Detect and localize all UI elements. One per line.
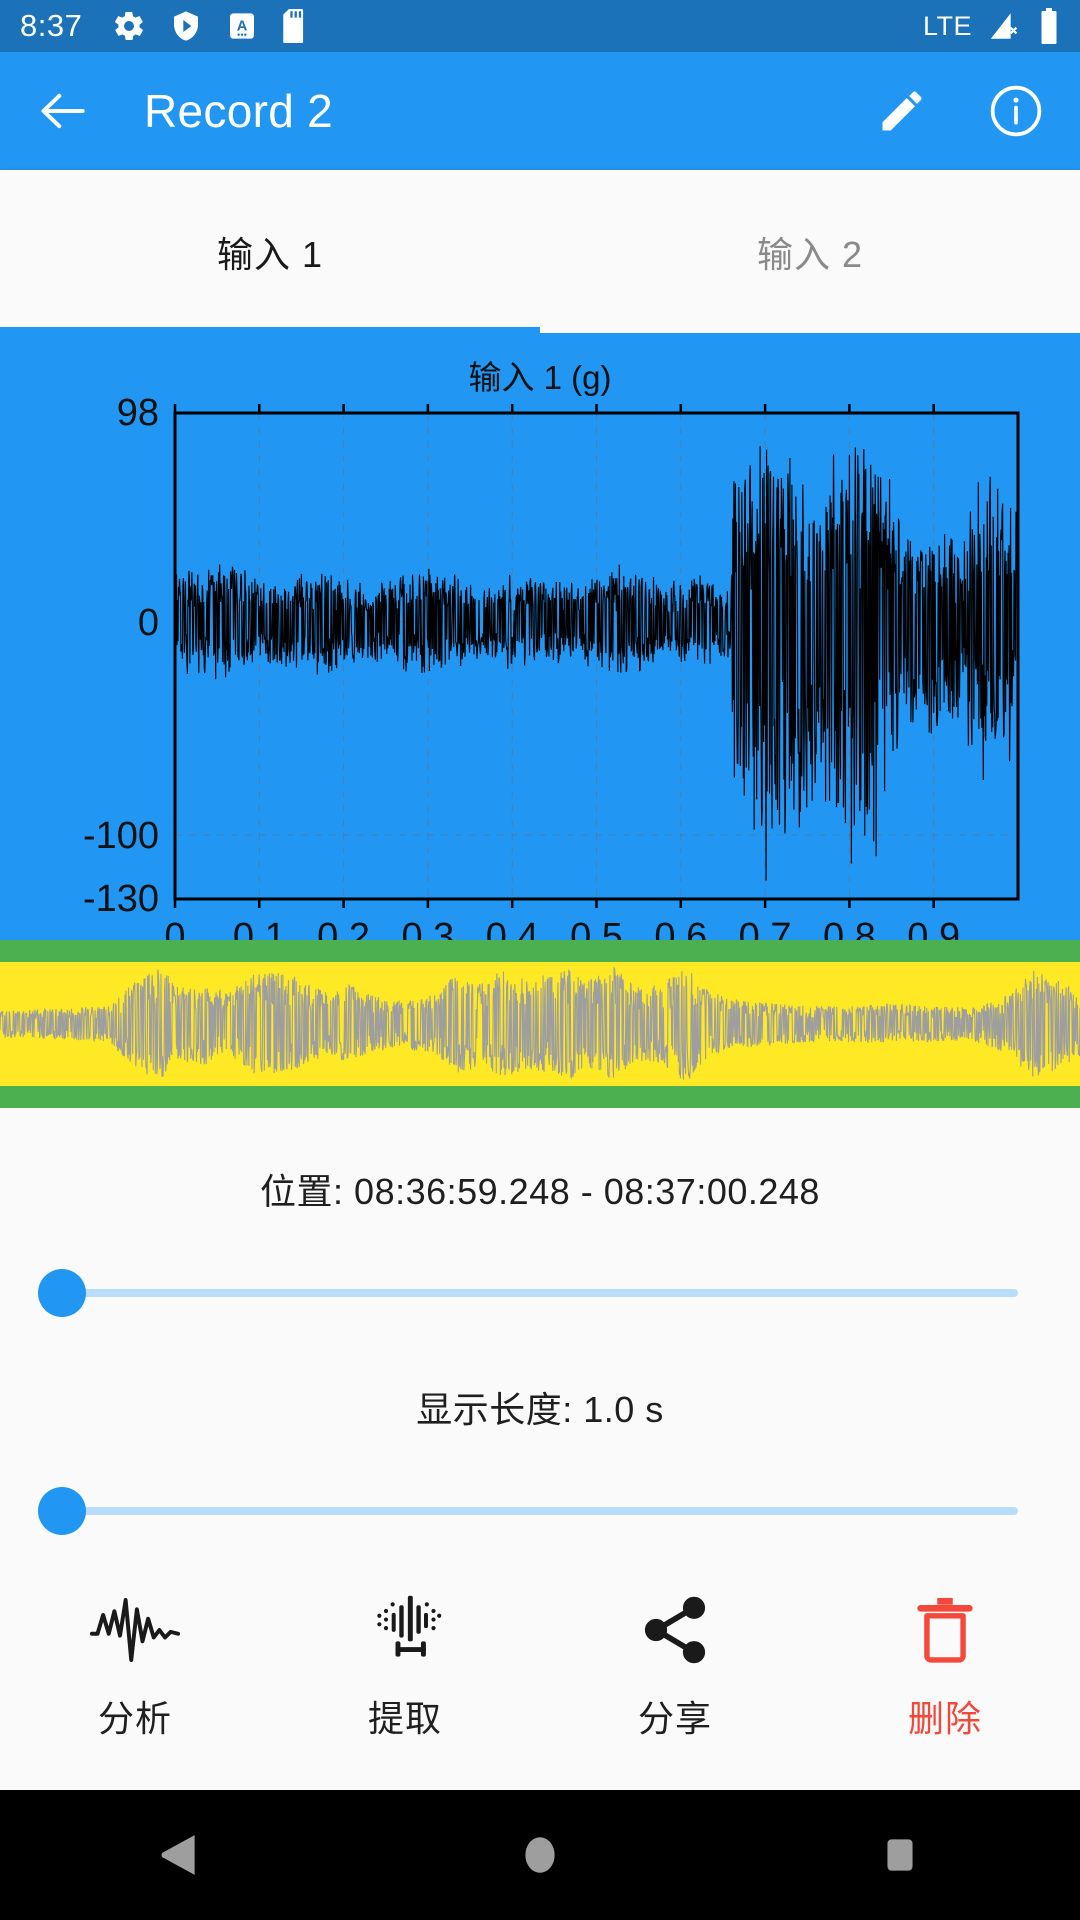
position-label: 位置: 08:36:59.248 - 08:37:00.248 — [260, 1171, 820, 1212]
trash-icon — [914, 1592, 976, 1668]
status-bar: 8:37 A LTE — [0, 0, 1080, 52]
status-clock: 8:37 — [20, 8, 83, 43]
svg-text:0.8: 0.8 — [823, 916, 876, 940]
display-length-label: 显示长度: 1.0 s — [416, 1389, 664, 1430]
svg-text:98: 98 — [117, 392, 159, 434]
svg-text:0.1: 0.1 — [233, 916, 286, 940]
overview-waveform-svg — [0, 966, 1080, 1080]
extract-button[interactable]: 提取 — [270, 1592, 540, 1742]
display-length-slider[interactable] — [0, 1461, 1080, 1561]
svg-text:0.3: 0.3 — [401, 916, 454, 940]
svg-text:0: 0 — [164, 916, 185, 940]
svg-text:0.6: 0.6 — [654, 916, 707, 940]
svg-text:-130: -130 — [83, 878, 159, 920]
svg-text:0.2: 0.2 — [317, 916, 370, 940]
app-root: 8:37 A LTE Record 2 输入 1 输入 2 输入 1 (g) 9… — [0, 0, 1080, 1920]
signal-off-icon — [990, 13, 1018, 39]
status-notification-icons: A — [112, 9, 310, 43]
extract-icon — [366, 1592, 444, 1668]
display-length-slider-track[interactable] — [62, 1507, 1018, 1515]
signal-chart[interactable]: 980-100-1300 0.1 0.2 0.3 0.4 0.5 0.6 0.7 0.8 0.9 — [0, 333, 1080, 940]
overview-waveform-canvas[interactable] — [0, 962, 1080, 1086]
page-title: Record 2 — [144, 85, 334, 137]
share-icon — [637, 1592, 713, 1668]
svg-text:A: A — [237, 19, 248, 35]
sd-card-icon — [283, 9, 304, 43]
gear-icon — [115, 11, 144, 41]
svg-text:0.9: 0.9 — [907, 916, 960, 940]
position-slider-track[interactable] — [62, 1289, 1018, 1297]
waveform-icon — [90, 1592, 180, 1668]
controls-section: 位置: 08:36:59.248 - 08:37:00.248 显示长度: 1.… — [0, 1108, 1080, 1561]
tab-input-2[interactable]: 输入 2 — [540, 170, 1080, 333]
android-nav-bar — [0, 1790, 1080, 1920]
font-a-icon: A — [230, 13, 255, 39]
network-type-label: LTE — [922, 10, 972, 41]
status-system-icons: LTE — [923, 8, 1060, 44]
bottom-action-bar: 分析 提取 分享 删除 — [0, 1560, 1080, 1790]
svg-text:-100: -100 — [83, 815, 159, 857]
app-bar: Record 2 — [0, 52, 1080, 170]
delete-label: 删除 — [907, 1698, 982, 1739]
overview-waveform-strip[interactable] — [0, 940, 1080, 1108]
chart-panel[interactable]: 输入 1 (g) 98 0 -100 -130 0 0.1 0.2 0.3 0.4 0.5 0.6 0… — [0, 333, 1080, 940]
arrow-left-icon[interactable] — [36, 83, 92, 139]
delete-button[interactable]: 删除 — [810, 1592, 1080, 1742]
analyze-button[interactable]: 分析 — [0, 1592, 270, 1742]
svg-text:0: 0 — [138, 602, 159, 644]
share-label: 分享 — [637, 1698, 712, 1739]
pencil-icon[interactable] — [876, 85, 928, 137]
shield-play-icon — [174, 11, 199, 41]
position-slider-thumb[interactable] — [38, 1269, 86, 1317]
position-slider[interactable] — [0, 1243, 1080, 1343]
nav-home-circle-icon[interactable] — [480, 1795, 600, 1915]
app-bar-actions — [876, 83, 1044, 139]
svg-text:0.7: 0.7 — [739, 916, 792, 940]
nav-recents-square-icon[interactable] — [840, 1795, 960, 1915]
extract-label: 提取 — [367, 1698, 442, 1739]
battery-full-icon — [1041, 8, 1057, 44]
tab-input-1[interactable]: 输入 1 — [0, 170, 540, 333]
svg-text:0.4: 0.4 — [486, 916, 539, 940]
analyze-label: 分析 — [97, 1698, 172, 1739]
display-length-slider-thumb[interactable] — [38, 1487, 86, 1535]
share-button[interactable]: 分享 — [540, 1592, 810, 1742]
tab-bar: 输入 1 输入 2 — [0, 170, 1080, 333]
svg-text:0.5: 0.5 — [570, 916, 623, 940]
nav-back-triangle-icon[interactable] — [120, 1795, 240, 1915]
info-circle-icon[interactable] — [988, 83, 1044, 139]
